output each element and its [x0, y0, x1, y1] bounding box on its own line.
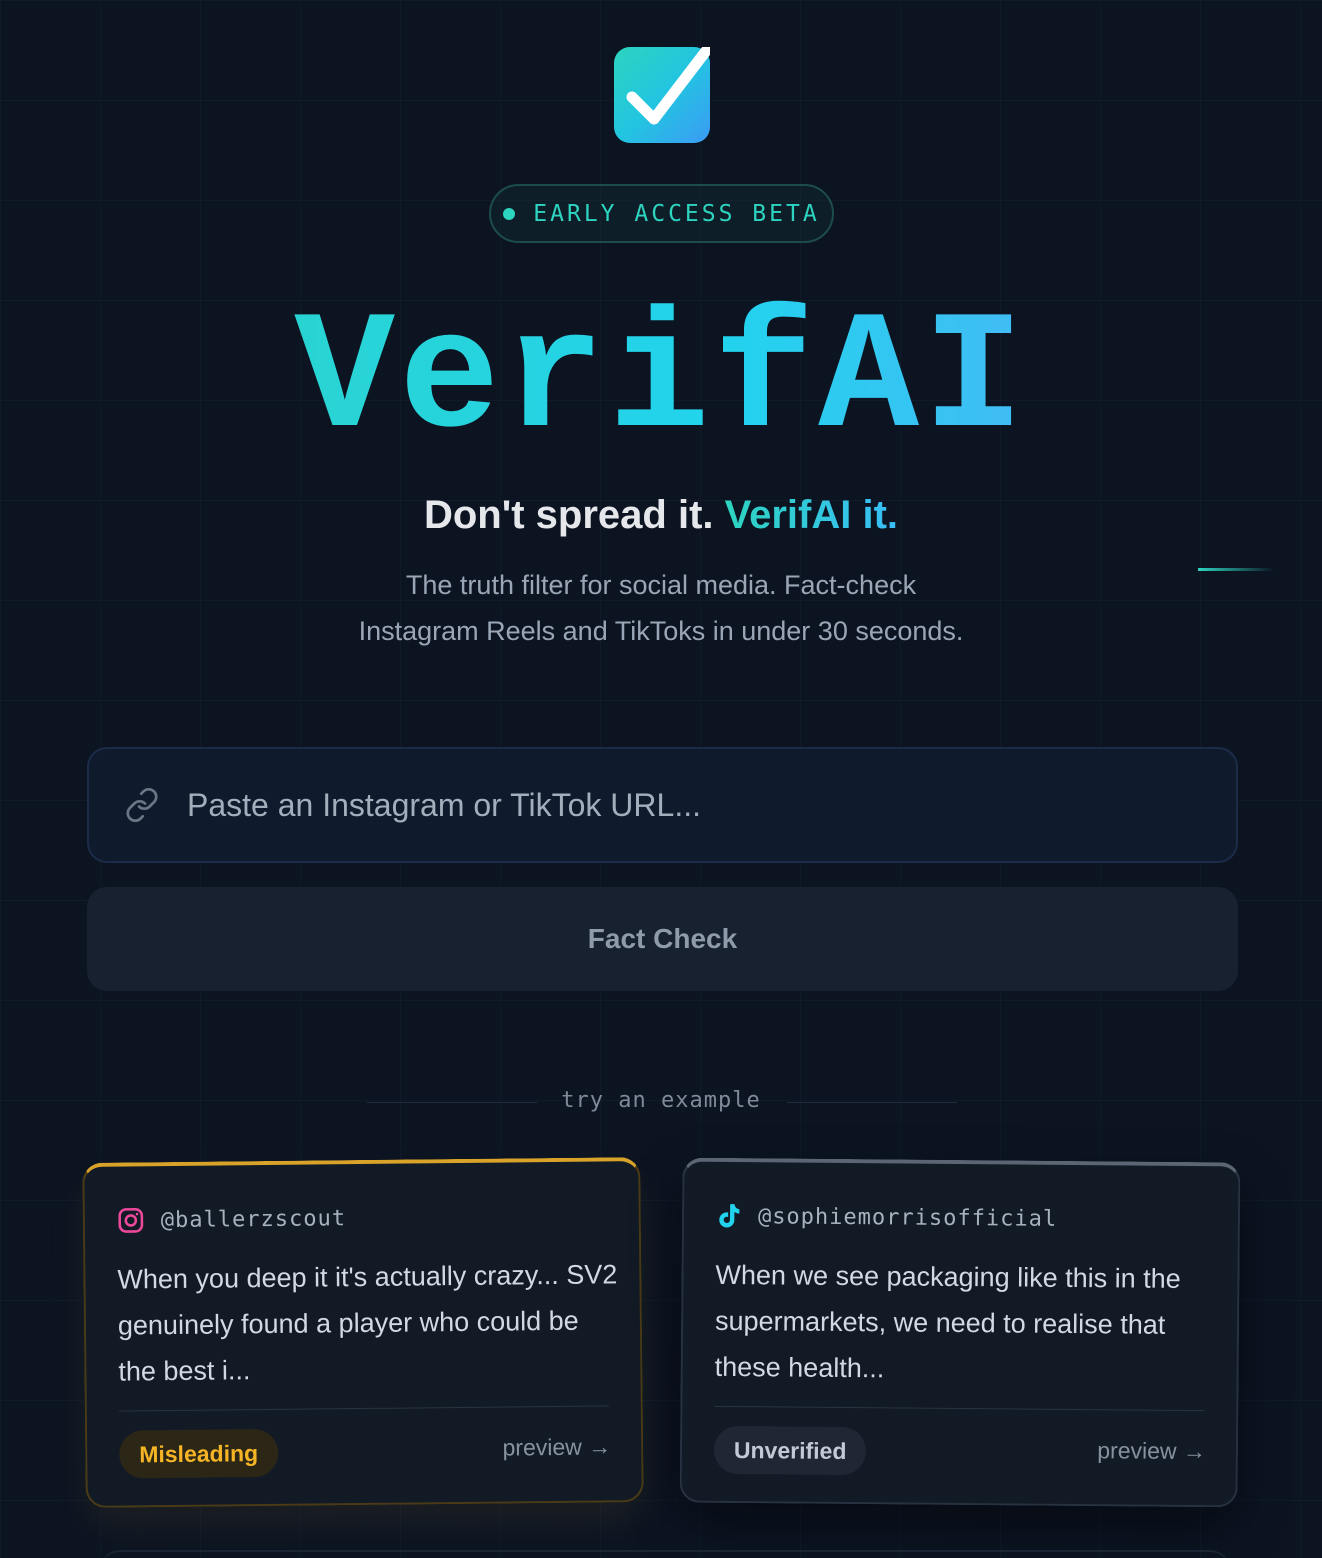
- url-input[interactable]: [187, 775, 1236, 835]
- link-icon: [123, 786, 161, 824]
- card-excerpt: When you deep it it's actually crazy... …: [117, 1259, 618, 1387]
- fact-check-button[interactable]: Fact Check: [87, 887, 1238, 991]
- subtitle-line-2: Instagram Reels and TikToks in under 30 …: [358, 616, 964, 646]
- page: EARLY ACCESS BETA VerifAI Don't spread i…: [0, 0, 1322, 1558]
- early-access-label: EARLY ACCESS BETA: [533, 200, 820, 227]
- subtitle: The truth filter for social media. Fact-…: [0, 562, 1322, 654]
- next-card-peek: [100, 1550, 1230, 1558]
- verdict-badge: Misleading: [119, 1428, 279, 1479]
- verdict-badge: Unverified: [713, 1425, 867, 1476]
- instagram-icon: [118, 1208, 144, 1233]
- examples-divider: try an example: [0, 1088, 1322, 1118]
- preview-link[interactable]: preview →: [502, 1433, 611, 1461]
- tagline-accent: VerifAI it.: [724, 493, 899, 537]
- brand-title: VerifAI: [0, 286, 1322, 476]
- example-card-tiktok[interactable]: @sophiemorrisofficial When we see packag…: [679, 1157, 1241, 1508]
- preview-link[interactable]: preview →: [1097, 1437, 1206, 1465]
- tagline-lead: Don't spread it.: [423, 493, 714, 537]
- card-handle: @sophiemorrisofficial: [757, 1203, 1058, 1232]
- card-header: @ballerzscout: [117, 1204, 346, 1234]
- tiktok-icon: [719, 1204, 740, 1228]
- app-logo: [614, 47, 710, 143]
- example-card-instagram[interactable]: @ballerzscout When you deep it it's actu…: [82, 1157, 644, 1508]
- card-separator: [118, 1405, 609, 1412]
- checkmark-icon: [626, 47, 710, 125]
- tagline: Don't spread it. VerifAI it.: [0, 493, 1322, 538]
- subtitle-line-1: The truth filter for social media. Fact-…: [405, 570, 917, 600]
- card-separator: [714, 1405, 1205, 1412]
- url-input-container[interactable]: [87, 747, 1238, 863]
- divider-label: try an example: [561, 1088, 761, 1113]
- early-access-badge: EARLY ACCESS BETA: [489, 184, 834, 243]
- card-header: @sophiemorrisofficial: [716, 1202, 1057, 1233]
- card-excerpt: When we see packaging like this in the s…: [714, 1259, 1181, 1384]
- card-handle: @ballerzscout: [160, 1205, 347, 1233]
- status-dot-icon: [503, 207, 516, 220]
